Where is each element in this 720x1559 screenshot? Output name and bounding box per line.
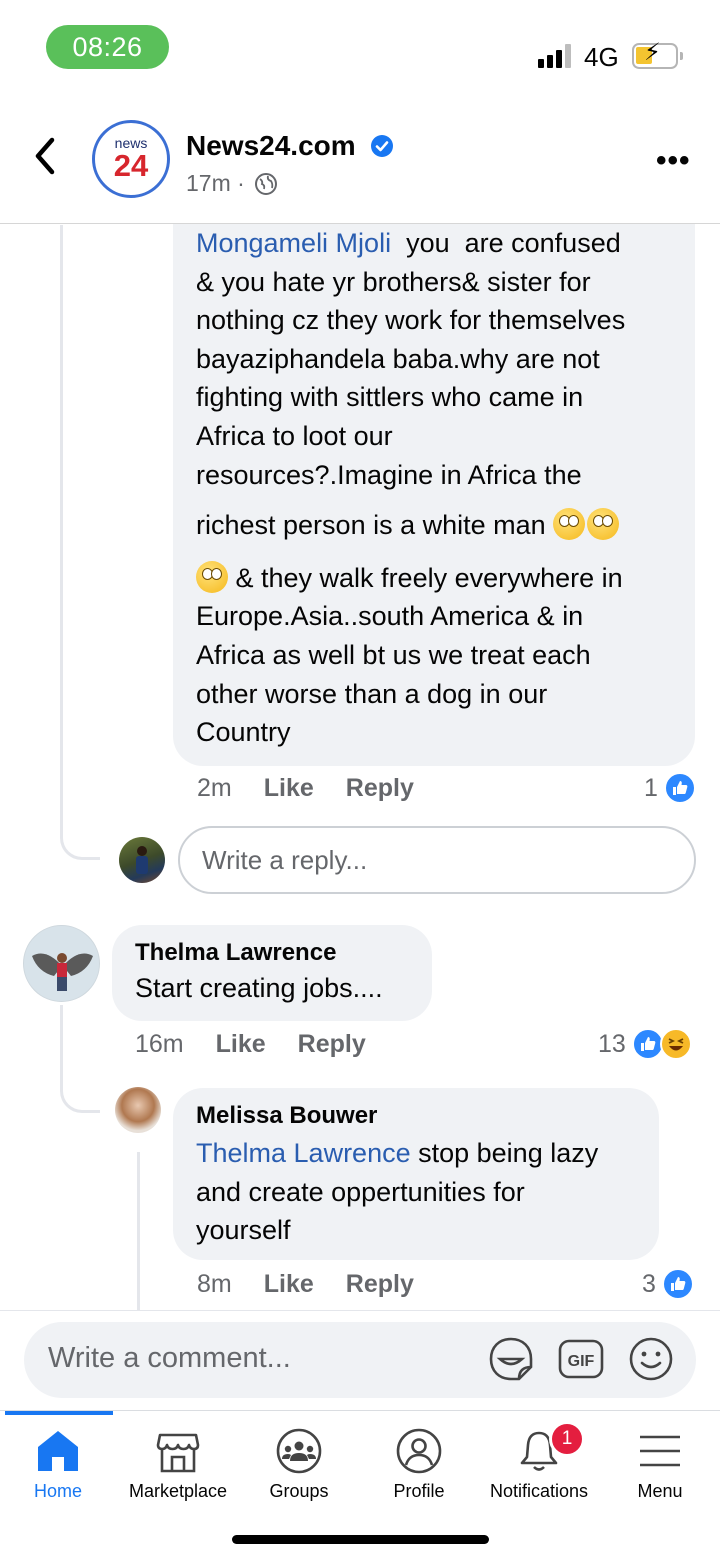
comment-actions: 8m Like Reply [197, 1270, 414, 1299]
thread-line [137, 1152, 140, 1310]
comment-actions: 2m Like Reply [197, 774, 414, 803]
reply-button[interactable]: Reply [298, 1030, 366, 1059]
comment-time: 8m [197, 1270, 232, 1298]
eye-roll-emoji-icon [196, 560, 228, 593]
comment-text: Europe.Asia..south America & in [196, 601, 584, 632]
comment-text: nothing cz they work for themselves [196, 305, 626, 336]
back-arrow-icon[interactable] [30, 134, 60, 178]
comment-author[interactable]: Thelma Lawrence [135, 939, 383, 967]
comment-time: 2m [197, 774, 232, 802]
comment-input[interactable]: Write a comment... GIF [24, 1322, 696, 1398]
globe-icon [255, 173, 277, 195]
comment-text: Start creating jobs.... [135, 973, 383, 1003]
comment-input-placeholder: Write a comment... [48, 1342, 291, 1374]
tab-label: Marketplace [128, 1481, 228, 1501]
thread-line [60, 225, 63, 835]
eye-roll-emoji-icon [587, 508, 620, 541]
comment-time: 16m [135, 1030, 184, 1058]
comment-text: other worse than a dog in our [196, 678, 548, 709]
reply-button[interactable]: Reply [346, 774, 414, 803]
page-avatar[interactable]: news 24 [92, 120, 170, 198]
reaction-count: 1 [644, 773, 658, 802]
reply-input-placeholder: Write a reply... [202, 844, 368, 875]
reply-input[interactable]: Write a reply... [178, 826, 696, 894]
reaction-summary[interactable]: 3 [642, 1268, 694, 1300]
emoji-icon[interactable] [627, 1335, 675, 1383]
battery-icon: ⚡ [632, 41, 683, 69]
comment-actions: 16m Like Reply [135, 1030, 366, 1059]
reaction-summary[interactable]: 1 [644, 772, 696, 804]
verified-badge-icon [371, 135, 393, 157]
mention-link[interactable]: Mongameli Mjoli [196, 228, 391, 258]
tab-menu[interactable]: Menu [600, 1427, 720, 1502]
comment-text: Africa to loot our [196, 420, 393, 451]
comment-author[interactable]: Melissa Bouwer [196, 1102, 598, 1130]
tab-label: Profile [393, 1481, 445, 1501]
network-type: 4G [584, 42, 619, 72]
tab-label: Home [33, 1481, 82, 1501]
gif-icon[interactable]: GIF [557, 1335, 605, 1383]
more-options-icon[interactable]: ••• [656, 144, 691, 178]
home-icon [38, 1431, 78, 1471]
tab-marketplace[interactable]: Marketplace [118, 1427, 238, 1502]
current-user-avatar [119, 837, 165, 883]
comment-bubble: Melissa Bouwer Thelma Lawrence stop bein… [173, 1088, 659, 1260]
profile-icon [396, 1428, 442, 1474]
home-indicator [232, 1535, 489, 1544]
notification-badge: 1 [549, 1421, 585, 1457]
comment-bubble: Thelma Lawrence Start creating jobs.... [112, 925, 432, 1021]
thread-connector [60, 1005, 100, 1113]
thumbs-up-icon [661, 1268, 694, 1300]
comment-text: yourself [196, 1215, 291, 1246]
comment-text: & they walk freely everywhere in [228, 562, 623, 593]
comment-text: resources?.Imagine in Africa the [196, 459, 582, 490]
signal-icon [538, 44, 571, 68]
comment-text: you are confused [391, 228, 621, 258]
page-name[interactable]: News24.com [186, 130, 356, 162]
sticker-icon[interactable] [487, 1335, 535, 1383]
reaction-count: 13 [598, 1029, 626, 1058]
groups-icon [276, 1428, 322, 1474]
tab-label: Menu [637, 1481, 683, 1501]
comment-text: Africa as well bt us we treat each [196, 639, 591, 670]
reaction-count: 3 [642, 1269, 656, 1298]
comment-text: and create oppertunities for [196, 1176, 525, 1207]
logo-text-bottom: 24 [113, 148, 149, 183]
comment-text: & you hate yr brothers& sister for [196, 266, 591, 297]
tab-label: Groups [269, 1481, 329, 1501]
svg-text:GIF: GIF [568, 1353, 595, 1370]
commenter-avatar[interactable] [23, 925, 100, 1002]
marketplace-icon [156, 1433, 200, 1473]
like-button[interactable]: Like [216, 1030, 266, 1059]
mention-link[interactable]: Thelma Lawrence [196, 1138, 411, 1168]
haha-reaction-icon [659, 1028, 692, 1060]
commenter-avatar[interactable] [115, 1087, 161, 1133]
thread-connector [60, 800, 100, 860]
post-header: news 24 News24.com 17m · ••• [0, 104, 720, 224]
comment-text: fighting with sittlers who came in [196, 382, 584, 413]
reaction-summary[interactable]: 13 [598, 1028, 692, 1060]
tab-groups[interactable]: Groups [239, 1427, 359, 1502]
tab-notifications[interactable]: 1 Notifications [479, 1421, 599, 1502]
reply-button[interactable]: Reply [346, 1270, 414, 1299]
like-button[interactable]: Like [264, 774, 314, 803]
like-button[interactable]: Like [264, 1270, 314, 1299]
tab-profile[interactable]: Profile [359, 1427, 479, 1502]
comment-text: Country [196, 717, 291, 748]
comment-text: richest person is a white man [196, 510, 546, 541]
eye-roll-emoji-icon [553, 508, 586, 541]
comment-text: bayaziphandela baba.why are not [196, 343, 600, 374]
thumbs-up-icon [663, 772, 696, 804]
comment-text: stop being lazy [410, 1138, 599, 1168]
status-time: 08:26 [46, 25, 169, 69]
active-tab-indicator [5, 1411, 113, 1415]
comment-bubble: Mongameli Mjoli you are confused & you h… [173, 210, 695, 766]
tab-home[interactable]: Home [0, 1427, 118, 1502]
post-time: 17m · [186, 170, 245, 196]
tab-label: Notifications [489, 1481, 589, 1501]
menu-icon [640, 1435, 680, 1467]
